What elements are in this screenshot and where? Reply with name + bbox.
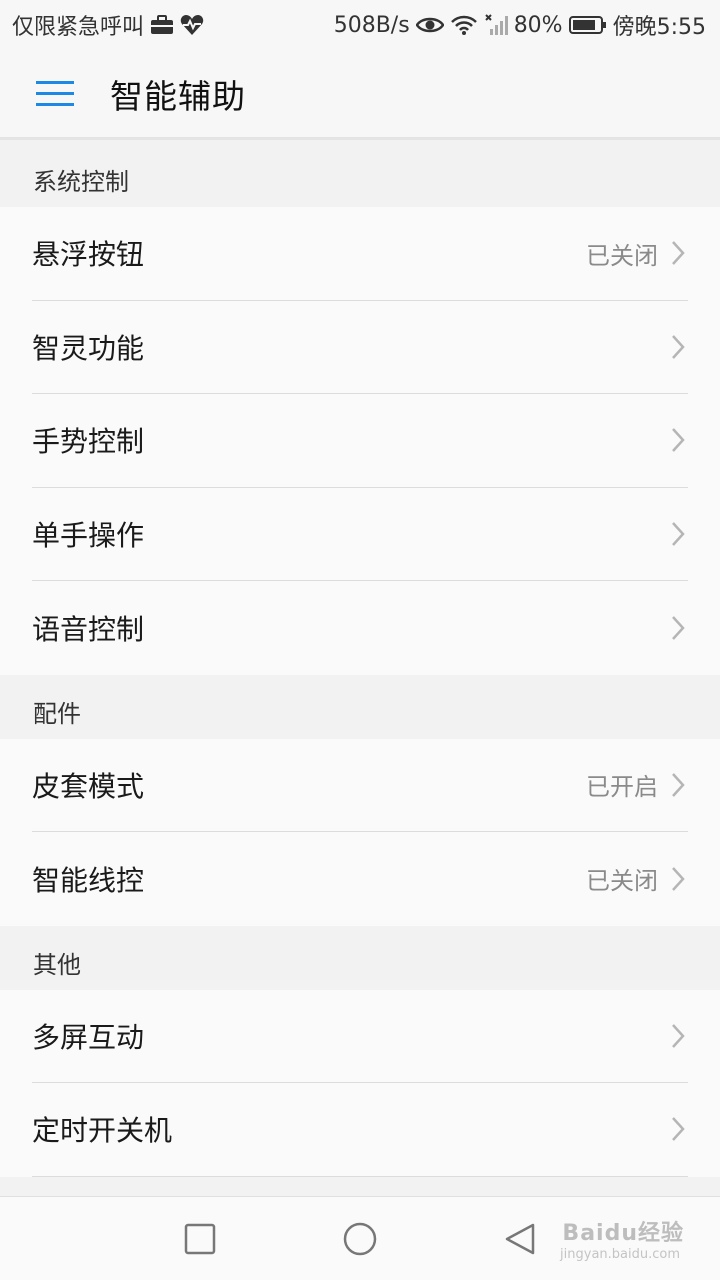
battery-percent: 80% bbox=[513, 12, 563, 38]
chevron-right-icon bbox=[668, 613, 688, 643]
status-bar: 仅限紧急呼叫 508B/s 80% 傍晚5:55 bbox=[0, 0, 720, 50]
list-item-cover-mode[interactable]: 皮套模式 已开启 bbox=[32, 739, 688, 832]
home-icon bbox=[343, 1222, 377, 1256]
chevron-right-icon bbox=[668, 238, 688, 268]
page-title: 智能辅助 bbox=[110, 76, 246, 116]
list-item-label: 智灵功能 bbox=[32, 331, 145, 365]
list-item-voice-control[interactable]: 语音控制 bbox=[32, 581, 688, 675]
recent-apps-icon bbox=[184, 1223, 216, 1255]
clock: 傍晚5:55 bbox=[612, 15, 706, 40]
back-icon bbox=[505, 1223, 535, 1255]
section-header-accessories: 配件 bbox=[0, 674, 720, 739]
list-item-smart-assistant[interactable]: 智灵功能 bbox=[32, 301, 688, 394]
list-item-right: 已关闭 bbox=[586, 861, 688, 896]
list-item-one-hand-mode[interactable]: 单手操作 bbox=[32, 488, 688, 581]
back-button[interactable] bbox=[500, 1219, 540, 1259]
list-item-gesture-control[interactable]: 手势控制 bbox=[32, 394, 688, 488]
list-item-right bbox=[658, 1021, 688, 1051]
watermark-url: jingyan.baidu.com bbox=[560, 1247, 680, 1262]
list-item-multi-screen[interactable]: 多屏互动 bbox=[32, 990, 688, 1083]
list-item-value: 已关闭 bbox=[586, 241, 658, 270]
chevron-right-icon bbox=[668, 519, 688, 549]
list-item-label: 悬浮按钮 bbox=[32, 238, 145, 272]
settings-content[interactable]: 系统控制 悬浮按钮 已关闭 智灵功能 手势控制 单手操作 语音控制 配件 皮套模… bbox=[0, 143, 720, 1196]
net-speed: 508B/s bbox=[333, 12, 410, 38]
briefcase-icon bbox=[150, 15, 174, 35]
list-item-floating-button[interactable]: 悬浮按钮 已关闭 bbox=[32, 207, 688, 301]
list-item-value: 已关闭 bbox=[586, 867, 658, 896]
list-item-scheduled-power[interactable]: 定时开关机 bbox=[32, 1083, 688, 1177]
list-item-smart-remote[interactable]: 智能线控 已关闭 bbox=[32, 832, 688, 926]
watermark-logo: Baidu经验 bbox=[562, 1221, 684, 1246]
chevron-right-icon bbox=[668, 1114, 688, 1144]
status-right: 508B/s 80% 傍晚5:55 bbox=[334, 9, 706, 41]
list-item-right bbox=[658, 1114, 688, 1144]
section-list-accessories: 皮套模式 已开启 智能线控 已关闭 bbox=[0, 738, 720, 926]
battery-icon bbox=[568, 15, 607, 35]
heartbeat-icon bbox=[180, 14, 204, 36]
list-item-label: 定时开关机 bbox=[32, 1114, 173, 1148]
list-item-right: 已开启 bbox=[586, 767, 688, 802]
list-item-label: 多屏互动 bbox=[32, 1020, 145, 1054]
chevron-right-icon bbox=[668, 770, 688, 800]
section-header-system-control: 系统控制 bbox=[0, 143, 720, 207]
recent-apps-button[interactable] bbox=[180, 1219, 220, 1259]
carrier-text: 仅限紧急呼叫 bbox=[12, 15, 145, 40]
status-left: 仅限紧急呼叫 bbox=[12, 9, 204, 41]
list-item-value: 已开启 bbox=[586, 773, 658, 802]
app-bar: 智能辅助 bbox=[0, 50, 720, 140]
chevron-right-icon bbox=[668, 425, 688, 455]
list-item-right bbox=[658, 425, 688, 455]
list-item-right: 已关闭 bbox=[586, 236, 688, 271]
section-list-other: 多屏互动 定时开关机 bbox=[0, 989, 720, 1177]
section-list-system-control: 悬浮按钮 已关闭 智灵功能 手势控制 单手操作 语音控制 bbox=[0, 207, 720, 675]
eye-icon bbox=[415, 15, 444, 35]
list-item-label: 单手操作 bbox=[32, 518, 145, 552]
chevron-right-icon bbox=[668, 332, 688, 362]
list-item-right bbox=[658, 519, 688, 549]
menu-button[interactable] bbox=[0, 49, 110, 139]
home-button[interactable] bbox=[340, 1219, 380, 1259]
list-item-label: 智能线控 bbox=[32, 863, 145, 897]
list-item-right bbox=[658, 613, 688, 643]
list-item-label: 手势控制 bbox=[32, 425, 145, 459]
chevron-right-icon bbox=[668, 1021, 688, 1051]
chevron-right-icon bbox=[668, 864, 688, 894]
list-item-label: 皮套模式 bbox=[32, 769, 145, 803]
signal-icon bbox=[484, 13, 508, 37]
list-item-right bbox=[658, 332, 688, 362]
wifi-icon bbox=[450, 14, 478, 36]
list-item-label: 语音控制 bbox=[32, 612, 145, 646]
hamburger-menu-icon bbox=[36, 80, 74, 106]
section-header-other: 其他 bbox=[0, 925, 720, 990]
navigation-bar: Baidu经验 jingyan.baidu.com bbox=[0, 1196, 720, 1280]
